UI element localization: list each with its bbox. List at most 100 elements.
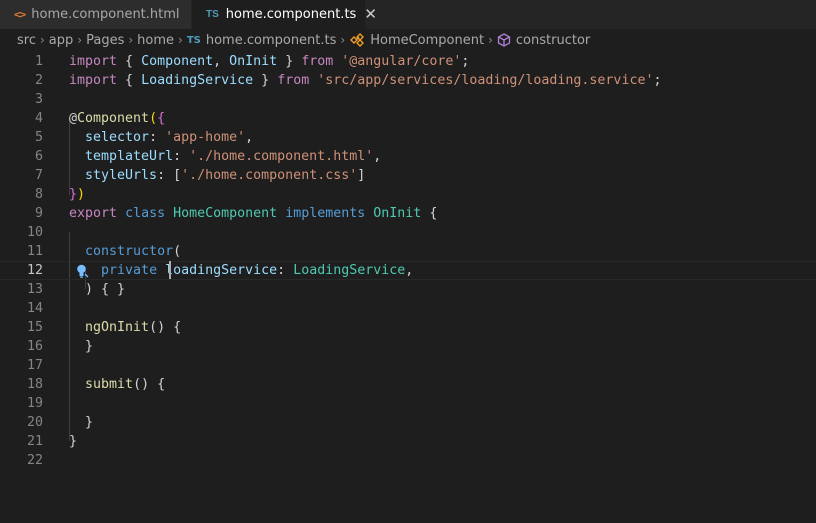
code-token: HomeComponent: [173, 206, 278, 221]
code-token: class: [125, 206, 166, 221]
code-token: implements: [285, 206, 366, 221]
code-token: :: [149, 130, 166, 145]
code-token: :: [277, 263, 294, 278]
code-line[interactable]: 2 import { LoadingService } from 'src/app…: [0, 71, 816, 90]
code-line[interactable]: 15 ngOnInit() {: [0, 318, 816, 337]
chevron-right-icon: ›: [488, 33, 493, 47]
code-editor[interactable]: 1 import { Component, OnInit } from '@ang…: [0, 51, 816, 523]
chevron-right-icon: ›: [39, 33, 45, 47]
code-line[interactable]: 1 import { Component, OnInit } from '@ang…: [0, 52, 816, 71]
line-number: 11: [26, 244, 43, 259]
close-icon[interactable]: ✕: [364, 7, 377, 22]
code-token: LoadingService: [293, 263, 406, 278]
code-token: './home.component.css': [181, 168, 358, 183]
code-token: templateUrl: [85, 149, 174, 164]
code-text: styleUrls: ['./home.component.css']: [69, 166, 365, 185]
code-token: }: [277, 54, 302, 69]
tab-home-component-html[interactable]: <> home.component.html: [0, 0, 192, 29]
code-token: LoadingService: [141, 73, 254, 88]
code-line[interactable]: 16 }: [0, 337, 816, 356]
breadcrumb-src[interactable]: src: [17, 33, 36, 48]
line-number: 14: [26, 301, 43, 316]
code-token: () {: [133, 377, 166, 392]
code-token: Component: [141, 54, 214, 69]
code-token: ,: [373, 149, 382, 164]
code-token: export: [69, 206, 118, 221]
code-line[interactable]: 21}: [0, 432, 816, 451]
breadcrumb-method[interactable]: constructor: [516, 33, 590, 48]
chevron-right-icon: ›: [128, 33, 134, 47]
breadcrumb-app[interactable]: app: [49, 33, 73, 48]
code-text: }: [69, 337, 93, 356]
code-token: }: [253, 73, 278, 88]
code-token: ) { }: [69, 282, 126, 297]
code-text: import { Component, OnInit } from '@angu…: [69, 52, 469, 71]
code-token: loadingService: [165, 263, 278, 278]
line-number: 9: [34, 206, 43, 221]
chevron-right-icon: ›: [77, 33, 83, 47]
code-text: import { LoadingService } from 'src/app/…: [69, 71, 661, 90]
line-number: 12: [26, 263, 43, 278]
line-number: 3: [34, 92, 43, 107]
code-line[interactable]: 13 ) { }: [0, 280, 816, 299]
code-token: {: [117, 54, 142, 69]
code-line[interactable]: 9 export class HomeComponent implements O…: [0, 204, 816, 223]
code-token: constructor: [85, 244, 174, 259]
code-line[interactable]: 22: [0, 451, 816, 470]
breadcrumb-pages[interactable]: Pages: [86, 33, 124, 48]
code-line[interactable]: 19: [0, 394, 816, 413]
code-line[interactable]: 20 }: [0, 413, 816, 432]
code-line[interactable]: 14: [0, 299, 816, 318]
code-token: @: [69, 111, 78, 126]
typescript-file-icon: TS: [206, 9, 219, 20]
html-file-icon: <>: [14, 8, 26, 21]
code-line[interactable]: 17: [0, 356, 816, 375]
code-line[interactable]: 7 styleUrls: ['./home.component.css']: [0, 166, 816, 185]
code-token: submit: [85, 377, 134, 392]
breadcrumb-class[interactable]: HomeComponent: [370, 33, 484, 48]
code-token: from: [277, 73, 310, 88]
tab-home-component-ts[interactable]: TS home.component.ts ✕: [192, 0, 377, 29]
tab-label: home.component.ts: [225, 7, 357, 22]
breadcrumb-file[interactable]: home.component.ts: [206, 33, 337, 48]
line-number: 20: [26, 415, 43, 430]
line-number: 4: [34, 111, 43, 126]
code-text: ngOnInit() {: [69, 318, 181, 337]
code-token: :: [157, 168, 174, 183]
code-token: {: [421, 206, 438, 221]
code-line[interactable]: 10: [0, 223, 816, 242]
breadcrumb-home[interactable]: home: [137, 33, 174, 48]
code-token: OnInit: [373, 206, 422, 221]
chevron-right-icon: ›: [178, 33, 183, 47]
code-token: import: [69, 54, 118, 69]
code-text: selector: 'app-home',: [69, 128, 253, 147]
code-line[interactable]: 18 submit() {: [0, 375, 816, 394]
code-line[interactable]: 12 private loadingService: LoadingServic…: [0, 261, 816, 280]
line-number: 17: [26, 358, 43, 373]
line-number: 22: [26, 453, 43, 468]
code-line[interactable]: 8}): [0, 185, 816, 204]
code-line[interactable]: 5 selector: 'app-home',: [0, 128, 816, 147]
code-token: (: [149, 111, 158, 126]
code-token: styleUrls: [85, 168, 158, 183]
code-token: {: [117, 73, 142, 88]
code-line[interactable]: 11 constructor(: [0, 242, 816, 261]
code-line[interactable]: 4 @Component({: [0, 109, 816, 128]
line-number: 5: [34, 130, 43, 145]
typescript-file-icon: TS: [186, 34, 201, 46]
lightbulb-icon[interactable]: [75, 263, 89, 279]
code-line[interactable]: 3: [0, 90, 816, 109]
code-line[interactable]: 6 templateUrl: './home.component.html',: [0, 147, 816, 166]
line-number: 16: [26, 339, 43, 354]
code-token: () {: [149, 320, 182, 335]
code-text: constructor(: [69, 242, 181, 261]
code-token: private: [101, 263, 158, 278]
code-text: templateUrl: './home.component.html',: [69, 147, 381, 166]
